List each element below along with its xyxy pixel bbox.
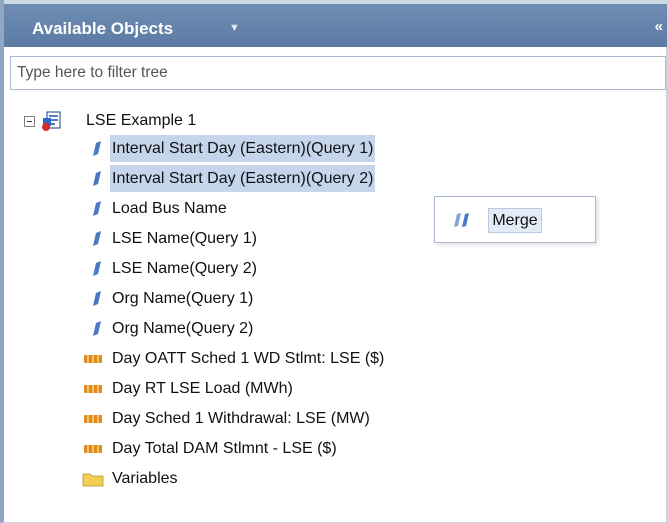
dimension-icon [93, 230, 101, 246]
folder-icon [82, 473, 104, 487]
merge-menu-item[interactable]: Merge [488, 208, 542, 233]
panel-header: Available Objects ▼ « [4, 0, 667, 47]
tree-item[interactable]: Day OATT Sched 1 WD Stlmt: LSE ($) [84, 345, 386, 372]
dimension-icon [93, 260, 101, 276]
tree-item-label: LSE Name(Query 2) [112, 260, 257, 277]
measure-icon [84, 414, 102, 423]
tree-item-label: Variables [112, 470, 178, 487]
dimension-icon [93, 320, 101, 336]
tree-item-label: Interval Start Day (Eastern)(Query 2) [110, 165, 376, 192]
tree-item[interactable]: LSE Name(Query 2) [92, 255, 259, 282]
tree-item-label: Day RT LSE Load (MWh) [112, 380, 293, 397]
dimension-icon [93, 170, 101, 186]
panel-title[interactable]: Available Objects [32, 19, 173, 39]
measure-icon [84, 384, 102, 393]
collapse-panel-icon[interactable]: « [655, 18, 663, 35]
tree-item-label: Org Name(Query 2) [112, 320, 254, 337]
tree-item-label: Day Total DAM Stlmnt - LSE ($) [112, 440, 337, 457]
report-icon [42, 111, 61, 131]
dropdown-caret-icon[interactable]: ▼ [229, 22, 240, 34]
measure-icon [84, 354, 102, 363]
tree-item-label: Day Sched 1 Withdrawal: LSE (MW) [112, 410, 370, 427]
tree-item-label: Load Bus Name [112, 200, 227, 217]
merge-icon [454, 213, 469, 227]
dimension-icon [93, 140, 101, 156]
tree-item-label: Org Name(Query 1) [112, 290, 254, 307]
dimension-icon [93, 200, 101, 216]
tree-item[interactable]: Org Name(Query 1) [92, 285, 255, 312]
tree-item-label: LSE Name(Query 1) [112, 230, 257, 247]
collapse-toggle-icon[interactable] [24, 116, 35, 127]
context-menu: Merge [434, 196, 596, 243]
tree-item[interactable]: Org Name(Query 2) [92, 315, 255, 342]
tree-item[interactable]: Day Total DAM Stlmnt - LSE ($) [84, 435, 339, 462]
tree-item[interactable]: Load Bus Name [92, 195, 229, 222]
tree-item[interactable]: Interval Start Day (Eastern)(Query 1) [92, 135, 376, 162]
tree-item[interactable]: Day Sched 1 Withdrawal: LSE (MW) [84, 405, 372, 432]
tree-item[interactable]: LSE Name(Query 1) [92, 225, 259, 252]
tree-item[interactable]: Interval Start Day (Eastern)(Query 2) [92, 165, 376, 192]
tree-item-label: Day OATT Sched 1 WD Stlmt: LSE ($) [112, 350, 385, 367]
measure-icon [84, 444, 102, 453]
tree-item[interactable]: Day RT LSE Load (MWh) [84, 375, 295, 402]
filter-tree-input[interactable] [11, 57, 657, 89]
tree-root[interactable]: LSE Example 1 [84, 107, 198, 134]
tree-item[interactable]: Variables [82, 465, 180, 492]
tree-root-label: LSE Example 1 [86, 112, 197, 129]
dimension-icon [93, 290, 101, 306]
tree-item-label: Interval Start Day (Eastern)(Query 1) [110, 135, 376, 162]
filter-tree-field[interactable] [10, 56, 666, 90]
